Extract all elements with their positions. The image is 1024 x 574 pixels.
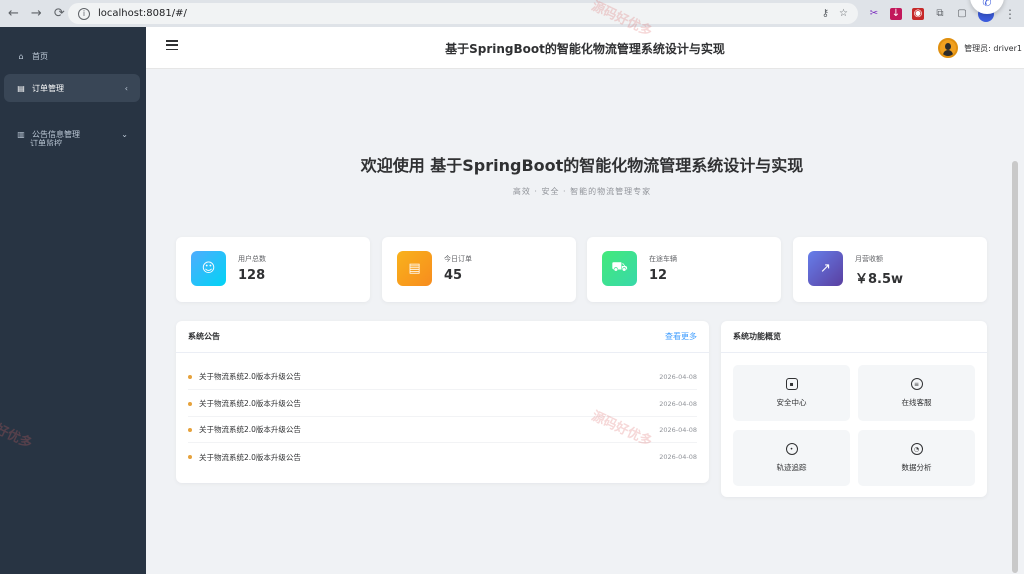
bullet-dot bbox=[188, 455, 192, 459]
overview-panel-header: 系统功能概览 bbox=[721, 321, 987, 353]
header-title: 基于SpringBoot的智能化物流管理系统设计与实现 bbox=[445, 42, 725, 56]
func-label: 在线客服 bbox=[901, 398, 932, 407]
download-extension-icon[interactable]: ↓ bbox=[890, 7, 902, 20]
sidebar: ⌂ 首页 ▤ 订单管理 ‹ 订单监控 ▥ 公告信息管理 ⌄ bbox=[0, 27, 146, 574]
reload-icon[interactable]: ⟳ bbox=[54, 6, 65, 21]
welcome-title: 欢迎使用 基于SpringBoot的智能化物流管理系统设计与实现 bbox=[360, 156, 804, 175]
chevron-left-icon: ‹ bbox=[124, 83, 128, 93]
avatar[interactable] bbox=[938, 38, 959, 58]
book-icon: ▥ bbox=[17, 129, 25, 139]
stat-value: 45 bbox=[444, 268, 463, 283]
notice-title: 系统公告 bbox=[188, 332, 220, 341]
browser-toolbar: ← → ⟳ i localhost:8081/#/ ⚷ ☆ ✂ ↓ ◉ ⧉ ▢ … bbox=[0, 0, 1024, 27]
url-text: localhost:8081/#/ bbox=[98, 8, 187, 19]
stat-label: 月营收额 bbox=[855, 255, 883, 263]
bullet-dot bbox=[188, 401, 192, 406]
notice-panel-header: 系统公告 查看更多 bbox=[176, 321, 709, 353]
bullet-dot bbox=[188, 374, 192, 379]
list-item[interactable]: 关于物流系统2.0版本升级公告 2026-04-08 bbox=[188, 444, 697, 470]
sidebar-item-orders[interactable]: ▤ 订单管理 ‹ bbox=[4, 74, 140, 102]
sidebar-item-home[interactable]: ⌂ 首页 bbox=[4, 42, 140, 70]
overview-panel: 系统功能概览 ▪ 安全中心 ≡ 在线客服 • 轨迹追踪 ◔ 数据分析 bbox=[721, 321, 987, 497]
stat-card-revenue[interactable]: ↗ 月营收额 ￥8.5w bbox=[793, 237, 987, 302]
notice-panel: 系统公告 查看更多 关于物流系统2.0版本升级公告 2026-04-08 关于物… bbox=[176, 321, 709, 483]
sidebar-item-label: 首页 bbox=[32, 51, 48, 61]
scissors-extension-icon[interactable]: ✂ bbox=[868, 8, 880, 20]
key-icon[interactable]: ⚷ bbox=[822, 8, 829, 19]
clipboard-icon: ▤ bbox=[397, 251, 432, 286]
chevron-down-icon: ⌄ bbox=[121, 129, 128, 139]
stat-label: 今日订单 bbox=[444, 255, 472, 263]
stat-card-vehicles[interactable]: ⛟ 在途车辆 12 bbox=[587, 237, 781, 302]
notice-item-date: 2026-04-08 bbox=[659, 399, 697, 408]
stat-value: 128 bbox=[238, 268, 266, 283]
sidepanel-icon[interactable]: ▢ bbox=[956, 8, 968, 20]
stat-label: 用户总数 bbox=[238, 255, 266, 263]
truck-icon: ⛟ bbox=[602, 251, 637, 286]
sidebar-item-label: 订单管理 bbox=[32, 83, 64, 93]
func-support[interactable]: ≡ 在线客服 bbox=[858, 365, 975, 421]
chat-icon: ≡ bbox=[910, 378, 923, 390]
location-icon: • bbox=[785, 443, 798, 455]
func-security[interactable]: ▪ 安全中心 bbox=[733, 365, 850, 421]
site-info-icon[interactable]: i bbox=[78, 7, 90, 20]
notice-item-title: 关于物流系统2.0版本升级公告 bbox=[199, 425, 301, 434]
browser-nav: ← → ⟳ bbox=[0, 6, 66, 21]
overview-title: 系统功能概览 bbox=[733, 332, 781, 341]
red-extension-icon[interactable]: ◉ bbox=[912, 7, 924, 20]
notice-item-date: 2026-04-08 bbox=[659, 425, 697, 434]
lock-icon: ▪ bbox=[785, 378, 798, 390]
address-bar[interactable]: i localhost:8081/#/ ⚷ ☆ bbox=[68, 3, 858, 24]
stat-card-orders[interactable]: ▤ 今日订单 45 bbox=[382, 237, 576, 302]
welcome-subtitle: 高效 · 安全 · 智能的物流管理专家 bbox=[512, 187, 652, 196]
list-item[interactable]: 关于物流系统2.0版本升级公告 2026-04-08 bbox=[188, 364, 697, 390]
func-label: 数据分析 bbox=[901, 463, 932, 472]
menu-more-icon[interactable]: ⋮ bbox=[1004, 7, 1016, 21]
chart-icon: ↗ bbox=[808, 251, 843, 286]
view-more-link[interactable]: 查看更多 bbox=[665, 331, 697, 342]
list-item[interactable]: 关于物流系统2.0版本升级公告 2026-04-08 bbox=[188, 417, 697, 443]
scrollbar[interactable] bbox=[1012, 161, 1018, 573]
main-content: 欢迎使用 基于SpringBoot的智能化物流管理系统设计与实现 高效 · 安全… bbox=[146, 69, 1018, 574]
func-tracking[interactable]: • 轨迹追踪 bbox=[733, 430, 850, 486]
user-menu[interactable]: 管理员: driver1 bbox=[938, 38, 1022, 58]
sidebar-item-notices[interactable]: ▥ 公告信息管理 ⌄ bbox=[4, 120, 140, 148]
notice-item-title: 关于物流系统2.0版本升级公告 bbox=[199, 372, 301, 381]
notice-item-date: 2026-04-08 bbox=[659, 453, 697, 461]
list-item[interactable]: 关于物流系统2.0版本升级公告 2026-04-08 bbox=[188, 391, 697, 417]
stat-value: ￥8.5w bbox=[855, 272, 904, 287]
notice-item-title: 关于物流系统2.0版本升级公告 bbox=[199, 452, 301, 462]
puzzle-extensions-icon[interactable]: ⧉ bbox=[934, 8, 946, 20]
user-icon: ☺ bbox=[191, 251, 226, 286]
sidebar-item-label: 公告信息管理 bbox=[32, 129, 80, 139]
notice-item-date: 2026-04-08 bbox=[659, 372, 697, 381]
user-label: 管理员: driver1 bbox=[964, 43, 1022, 53]
func-label: 安全中心 bbox=[776, 398, 807, 407]
bullet-dot bbox=[188, 427, 192, 432]
stat-card-users[interactable]: ☺ 用户总数 128 bbox=[176, 237, 370, 302]
forward-icon[interactable]: → bbox=[31, 6, 42, 21]
home-icon: ⌂ bbox=[18, 51, 24, 61]
stat-label: 在途车辆 bbox=[649, 255, 677, 263]
bookmark-star-icon[interactable]: ☆ bbox=[839, 8, 848, 19]
pie-chart-icon: ◔ bbox=[910, 443, 923, 455]
func-analysis[interactable]: ◔ 数据分析 bbox=[858, 430, 975, 486]
notice-item-title: 关于物流系统2.0版本升级公告 bbox=[199, 399, 301, 408]
document-icon: ▤ bbox=[17, 83, 25, 93]
back-icon[interactable]: ← bbox=[8, 6, 19, 21]
stat-value: 12 bbox=[649, 268, 668, 283]
func-label: 轨迹追踪 bbox=[776, 463, 807, 472]
app-header: 基于SpringBoot的智能化物流管理系统设计与实现 管理员: driver1 bbox=[146, 27, 1024, 69]
